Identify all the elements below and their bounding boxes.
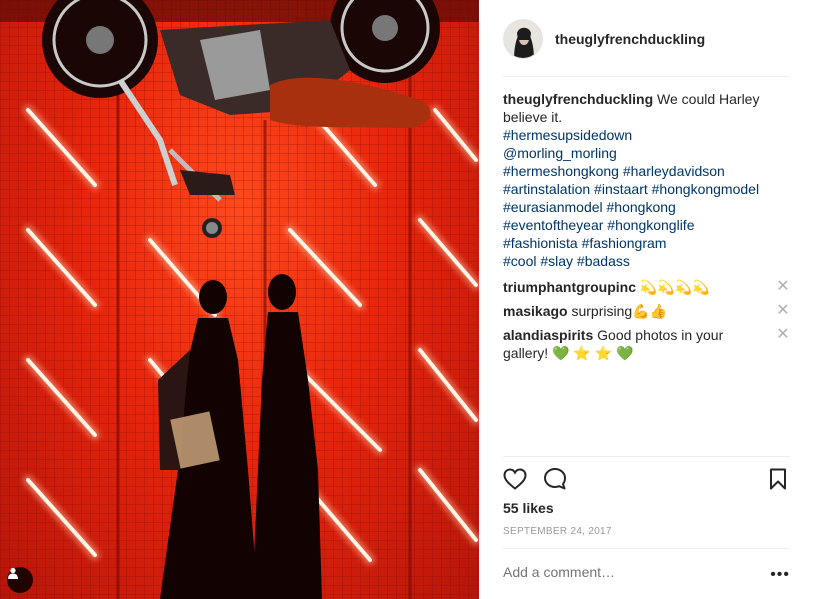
likes-count[interactable]: 55 likes bbox=[503, 500, 554, 516]
comment-item: triumphantgroupinc 💫💫💫💫 ✕ bbox=[503, 278, 790, 296]
comment-username[interactable]: alandiaspirits bbox=[503, 327, 593, 343]
actions-divider bbox=[503, 456, 790, 457]
post-author-username[interactable]: theuglyfrenchduckling bbox=[555, 31, 705, 47]
caption: theuglyfrenchduckling We could Harley be… bbox=[503, 90, 790, 270]
bookmark-icon[interactable] bbox=[764, 465, 792, 493]
post-details-panel: theuglyfrenchduckling theuglyfrenchduckl… bbox=[479, 0, 814, 599]
photo-artwork bbox=[0, 0, 479, 599]
user-tag-icon[interactable] bbox=[7, 567, 33, 593]
hashtag-line[interactable]: #hermesupsidedown bbox=[503, 126, 790, 144]
action-bar bbox=[501, 465, 792, 493]
post-photo[interactable] bbox=[0, 0, 479, 599]
comment-item: alandiaspirits Good photos in your galle… bbox=[503, 326, 790, 362]
hashtag-line[interactable]: #eventoftheyear #hongkonglife bbox=[503, 216, 790, 234]
close-icon[interactable]: ✕ bbox=[776, 279, 790, 295]
speech-bubble-icon[interactable] bbox=[541, 465, 569, 493]
hashtag-line[interactable]: #artinstalation #instaart #hongkongmodel bbox=[503, 180, 790, 198]
header-divider bbox=[503, 76, 790, 77]
post-date: SEPTEMBER 24, 2017 bbox=[503, 526, 612, 537]
add-comment-input[interactable] bbox=[503, 564, 763, 580]
caption-username[interactable]: theuglyfrenchduckling bbox=[503, 91, 653, 107]
avatar-image bbox=[504, 20, 542, 58]
more-options-icon[interactable]: ••• bbox=[770, 566, 790, 584]
comment-input-divider bbox=[503, 548, 790, 549]
post-header: theuglyfrenchduckling bbox=[503, 18, 705, 60]
close-icon[interactable]: ✕ bbox=[776, 303, 790, 319]
comment-item: masikago surprising💪👍 ✕ bbox=[503, 302, 790, 320]
comment-username[interactable]: masikago bbox=[503, 303, 568, 319]
hashtag-line[interactable]: #eurasianmodel #hongkong bbox=[503, 198, 790, 216]
comment-text: 💫💫💫💫 bbox=[639, 279, 710, 295]
heart-icon[interactable] bbox=[501, 465, 529, 493]
comment-text: surprising💪👍 bbox=[571, 303, 668, 319]
hashtag-line[interactable]: @morling_morling bbox=[503, 144, 790, 162]
hashtag-line[interactable]: #fashionista #fashiongram bbox=[503, 234, 790, 252]
comments-section: theuglyfrenchduckling We could Harley be… bbox=[503, 90, 790, 368]
close-icon[interactable]: ✕ bbox=[776, 327, 790, 343]
avatar[interactable] bbox=[503, 19, 543, 59]
hashtag-line[interactable]: #cool #slay #badass bbox=[503, 252, 790, 270]
hashtag-line[interactable]: #hermeshongkong #harleydavidson bbox=[503, 162, 790, 180]
comment-username[interactable]: triumphantgroupinc bbox=[503, 279, 636, 295]
